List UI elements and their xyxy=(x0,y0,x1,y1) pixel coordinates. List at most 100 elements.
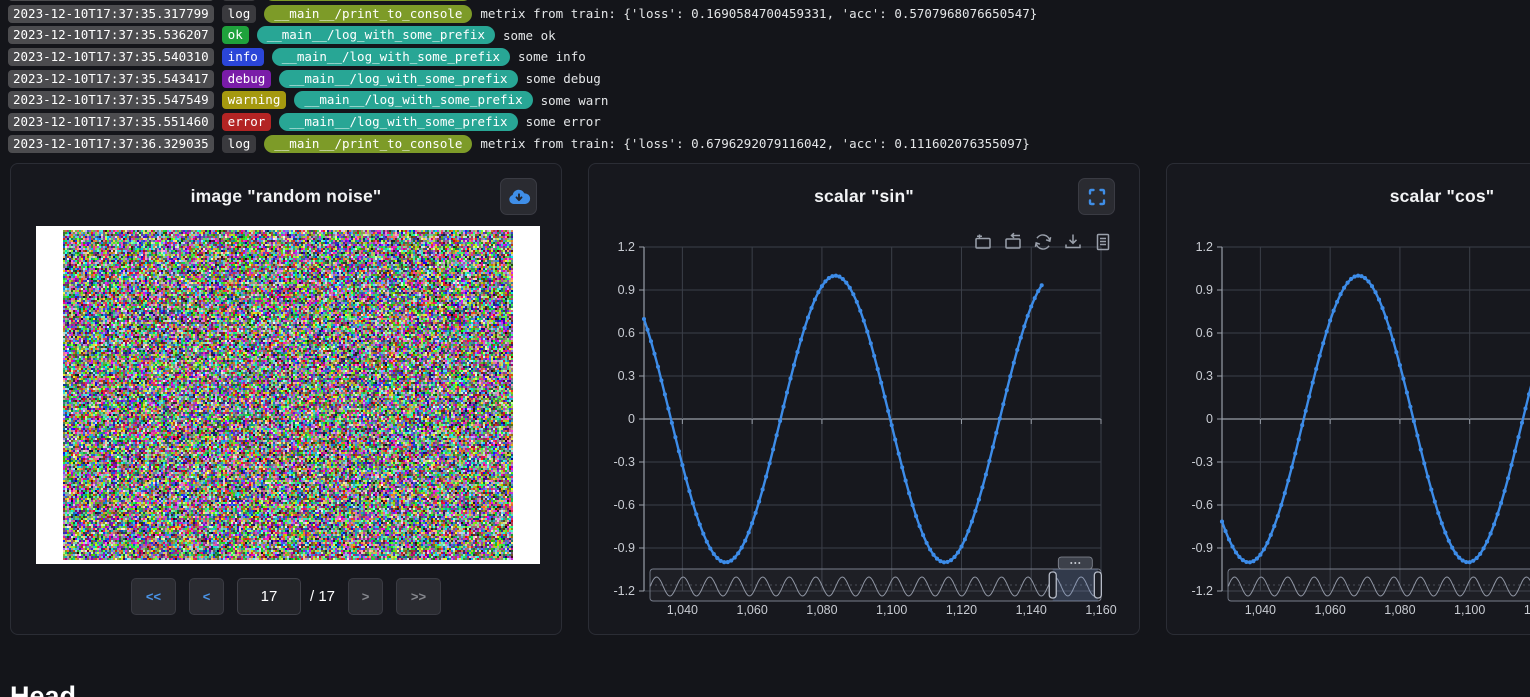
log-message: some error xyxy=(526,114,601,129)
cos-chart-title: scalar "cos" xyxy=(1167,186,1530,207)
fullscreen-icon xyxy=(1087,187,1107,207)
x-axis-tick-label: 1,100 xyxy=(876,603,907,617)
log-prefix-badge: __main__/log_with_some_prefix xyxy=(279,113,517,131)
section-heading: Head xyxy=(10,681,76,697)
log-timestamp: 2023-12-10T17:37:35.551460 xyxy=(8,113,214,131)
log-message: some warn xyxy=(541,93,609,108)
log-timestamp: 2023-12-10T17:37:35.540310 xyxy=(8,48,214,66)
log-row: 2023-12-10T17:37:35.547549 warning __main_… xyxy=(8,89,1530,111)
y-axis-tick-label: 0.6 xyxy=(1196,326,1213,340)
x-axis-tick-label: 1,120 xyxy=(946,603,977,617)
log-prefix-badge: __main__/log_with_some_prefix xyxy=(257,26,495,44)
y-axis-tick-label: -0.9 xyxy=(1191,541,1213,555)
sin-chart-card: scalar "sin" 1.2 0.9 0.6 0.3 0 -0.3 -0.6 -0.9 -1… xyxy=(588,163,1140,635)
y-axis-tick-label: 0.3 xyxy=(618,369,635,383)
x-axis-tick-label: 1,140 xyxy=(1016,603,1047,617)
x-axis-tick-label: 1,120 xyxy=(1524,603,1530,617)
x-axis-tick-label: 1,060 xyxy=(1315,603,1346,617)
y-axis-tick-label: -0.6 xyxy=(613,498,635,512)
log-prefix-badge: __main__/print_to_console xyxy=(264,5,472,23)
download-button[interactable] xyxy=(500,178,537,215)
x-axis-tick-label: 1,040 xyxy=(1245,603,1276,617)
datazoom-window[interactable] xyxy=(1053,569,1098,601)
y-axis-tick-label: 0.6 xyxy=(618,326,635,340)
zoom-select-icon[interactable] xyxy=(973,232,993,252)
datazoom-left-handle[interactable] xyxy=(1049,572,1056,598)
log-message: some info xyxy=(518,49,586,64)
cos-chart-card: scalar "cos" 1.2 0.9 0.6 0.3 0 -0.3 -0.6 -0.9 -1… xyxy=(1166,163,1530,635)
y-axis-tick-label: -0.6 xyxy=(1191,498,1213,512)
sin-line-chart: 1.2 0.9 0.6 0.3 0 -0.3 -0.6 -0.9 -1.2 1,040 1,060 1… xyxy=(589,224,1141,636)
data-view-icon[interactable] xyxy=(1093,232,1113,252)
fullscreen-button[interactable] xyxy=(1078,178,1115,215)
y-axis-tick-label: -0.3 xyxy=(613,455,635,469)
random-noise-image xyxy=(63,230,513,560)
cards-row: image "random noise" << < / 17 > >> xyxy=(10,163,1530,635)
log-prefix-badge: __main__/print_to_console xyxy=(264,0,472,1)
log-timestamp: 2023-12-10T17:37:35.317799 xyxy=(8,0,214,1)
log-prefix-badge: __main__/print_to_console xyxy=(264,135,472,153)
log-level-badge: log xyxy=(222,135,257,153)
log-message: some ok xyxy=(503,28,556,43)
log-timestamp: 2023-12-10T17:37:35.547549 xyxy=(8,91,214,109)
prev-page-button[interactable]: < xyxy=(189,578,224,615)
log-level-badge: error xyxy=(222,113,272,131)
log-row: 2023-12-10T17:37:35.543417 debug __main__/… xyxy=(8,68,1530,90)
log-console: 2023-12-10T17:37:35.317799 log __main__/pr… xyxy=(0,0,1530,155)
y-axis-tick-label: 0 xyxy=(1206,412,1213,426)
cos-line-chart: 1.2 0.9 0.6 0.3 0 -0.3 -0.6 -0.9 -1.2 1,040 1,060 1… xyxy=(1167,224,1530,636)
y-axis-tick-label: -0.3 xyxy=(1191,455,1213,469)
page-number-input[interactable] xyxy=(237,578,301,615)
log-timestamp: 2023-12-10T17:37:35.543417 xyxy=(8,70,214,88)
x-axis-tick-label: 1,160 xyxy=(1085,603,1116,617)
log-level-badge: info xyxy=(222,48,264,66)
x-axis-tick-label: 1,080 xyxy=(1384,603,1415,617)
x-axis-tick-label: 1,040 xyxy=(667,603,698,617)
log-timestamp: 2023-12-10T17:37:35.317799 xyxy=(8,5,214,23)
x-axis-tick-label: 1,100 xyxy=(1454,603,1485,617)
image-card-title: image "random noise" xyxy=(11,186,561,207)
y-axis-tick-label: 0 xyxy=(628,412,635,426)
log-level-badge: warning xyxy=(222,91,287,109)
log-message: metrix from train: {'loss': 0.6796292079… xyxy=(480,136,1029,151)
log-timestamp: 2023-12-10T17:37:35.536207 xyxy=(8,26,214,44)
restore-icon[interactable] xyxy=(1033,232,1053,252)
y-axis-tick-label: 1.2 xyxy=(618,240,635,254)
log-prefix-badge: __main__/log_with_some_prefix xyxy=(279,70,517,88)
y-axis-tick-label: 0.3 xyxy=(1196,369,1213,383)
page-total-label: / 17 xyxy=(310,588,335,605)
datazoom-right-handle[interactable] xyxy=(1094,572,1101,598)
y-axis-tick-label: -1.2 xyxy=(613,584,635,598)
log-level-badge: log xyxy=(222,5,257,23)
log-level-badge: debug xyxy=(222,70,272,88)
log-row: 2023-12-10T17:37:35.536207 ok __main__/log… xyxy=(8,24,1530,46)
first-page-button[interactable]: << xyxy=(131,578,176,615)
sin-chart-title: scalar "sin" xyxy=(589,186,1139,207)
log-message: metrix from train: {'loss': 0.1690584700… xyxy=(480,6,1037,21)
y-axis-tick-label: 0.9 xyxy=(1196,283,1213,297)
log-row: 2023-12-10T17:37:35.317799 log __main__/pr… xyxy=(8,3,1530,25)
image-frame xyxy=(36,226,540,564)
x-axis-tick-label: 1,060 xyxy=(737,603,768,617)
next-page-button[interactable]: > xyxy=(348,578,383,615)
save-image-icon[interactable] xyxy=(1063,232,1083,252)
log-row: 2023-12-10T17:37:36.329035 log __main__/pr… xyxy=(8,133,1530,155)
log-prefix-badge: __main__/log_with_some_prefix xyxy=(272,48,510,66)
log-prefix-badge: __main__/log_with_some_prefix xyxy=(294,91,532,109)
cloud-download-icon xyxy=(507,187,531,207)
x-axis-tick-label: 1,080 xyxy=(806,603,837,617)
log-message: some debug xyxy=(526,71,601,86)
log-timestamp: 2023-12-10T17:37:36.329035 xyxy=(8,135,214,153)
image-pagination: << < / 17 > >> xyxy=(11,578,561,615)
log-level-badge: ok xyxy=(222,26,249,44)
log-row: 2023-12-10T17:37:35.551460 error __main__/… xyxy=(8,111,1530,133)
chart-toolbox xyxy=(973,232,1113,252)
zoom-reset-icon[interactable] xyxy=(1003,232,1023,252)
y-axis-tick-label: -0.9 xyxy=(613,541,635,555)
y-axis-tick-label: -1.2 xyxy=(1191,584,1213,598)
image-card: image "random noise" << < / 17 > >> xyxy=(10,163,562,635)
y-axis-tick-label: 1.2 xyxy=(1196,240,1213,254)
y-axis-tick-label: 0.9 xyxy=(618,283,635,297)
log-row: 2023-12-10T17:37:35.540310 info __main__/l… xyxy=(8,46,1530,68)
last-page-button[interactable]: >> xyxy=(396,578,441,615)
